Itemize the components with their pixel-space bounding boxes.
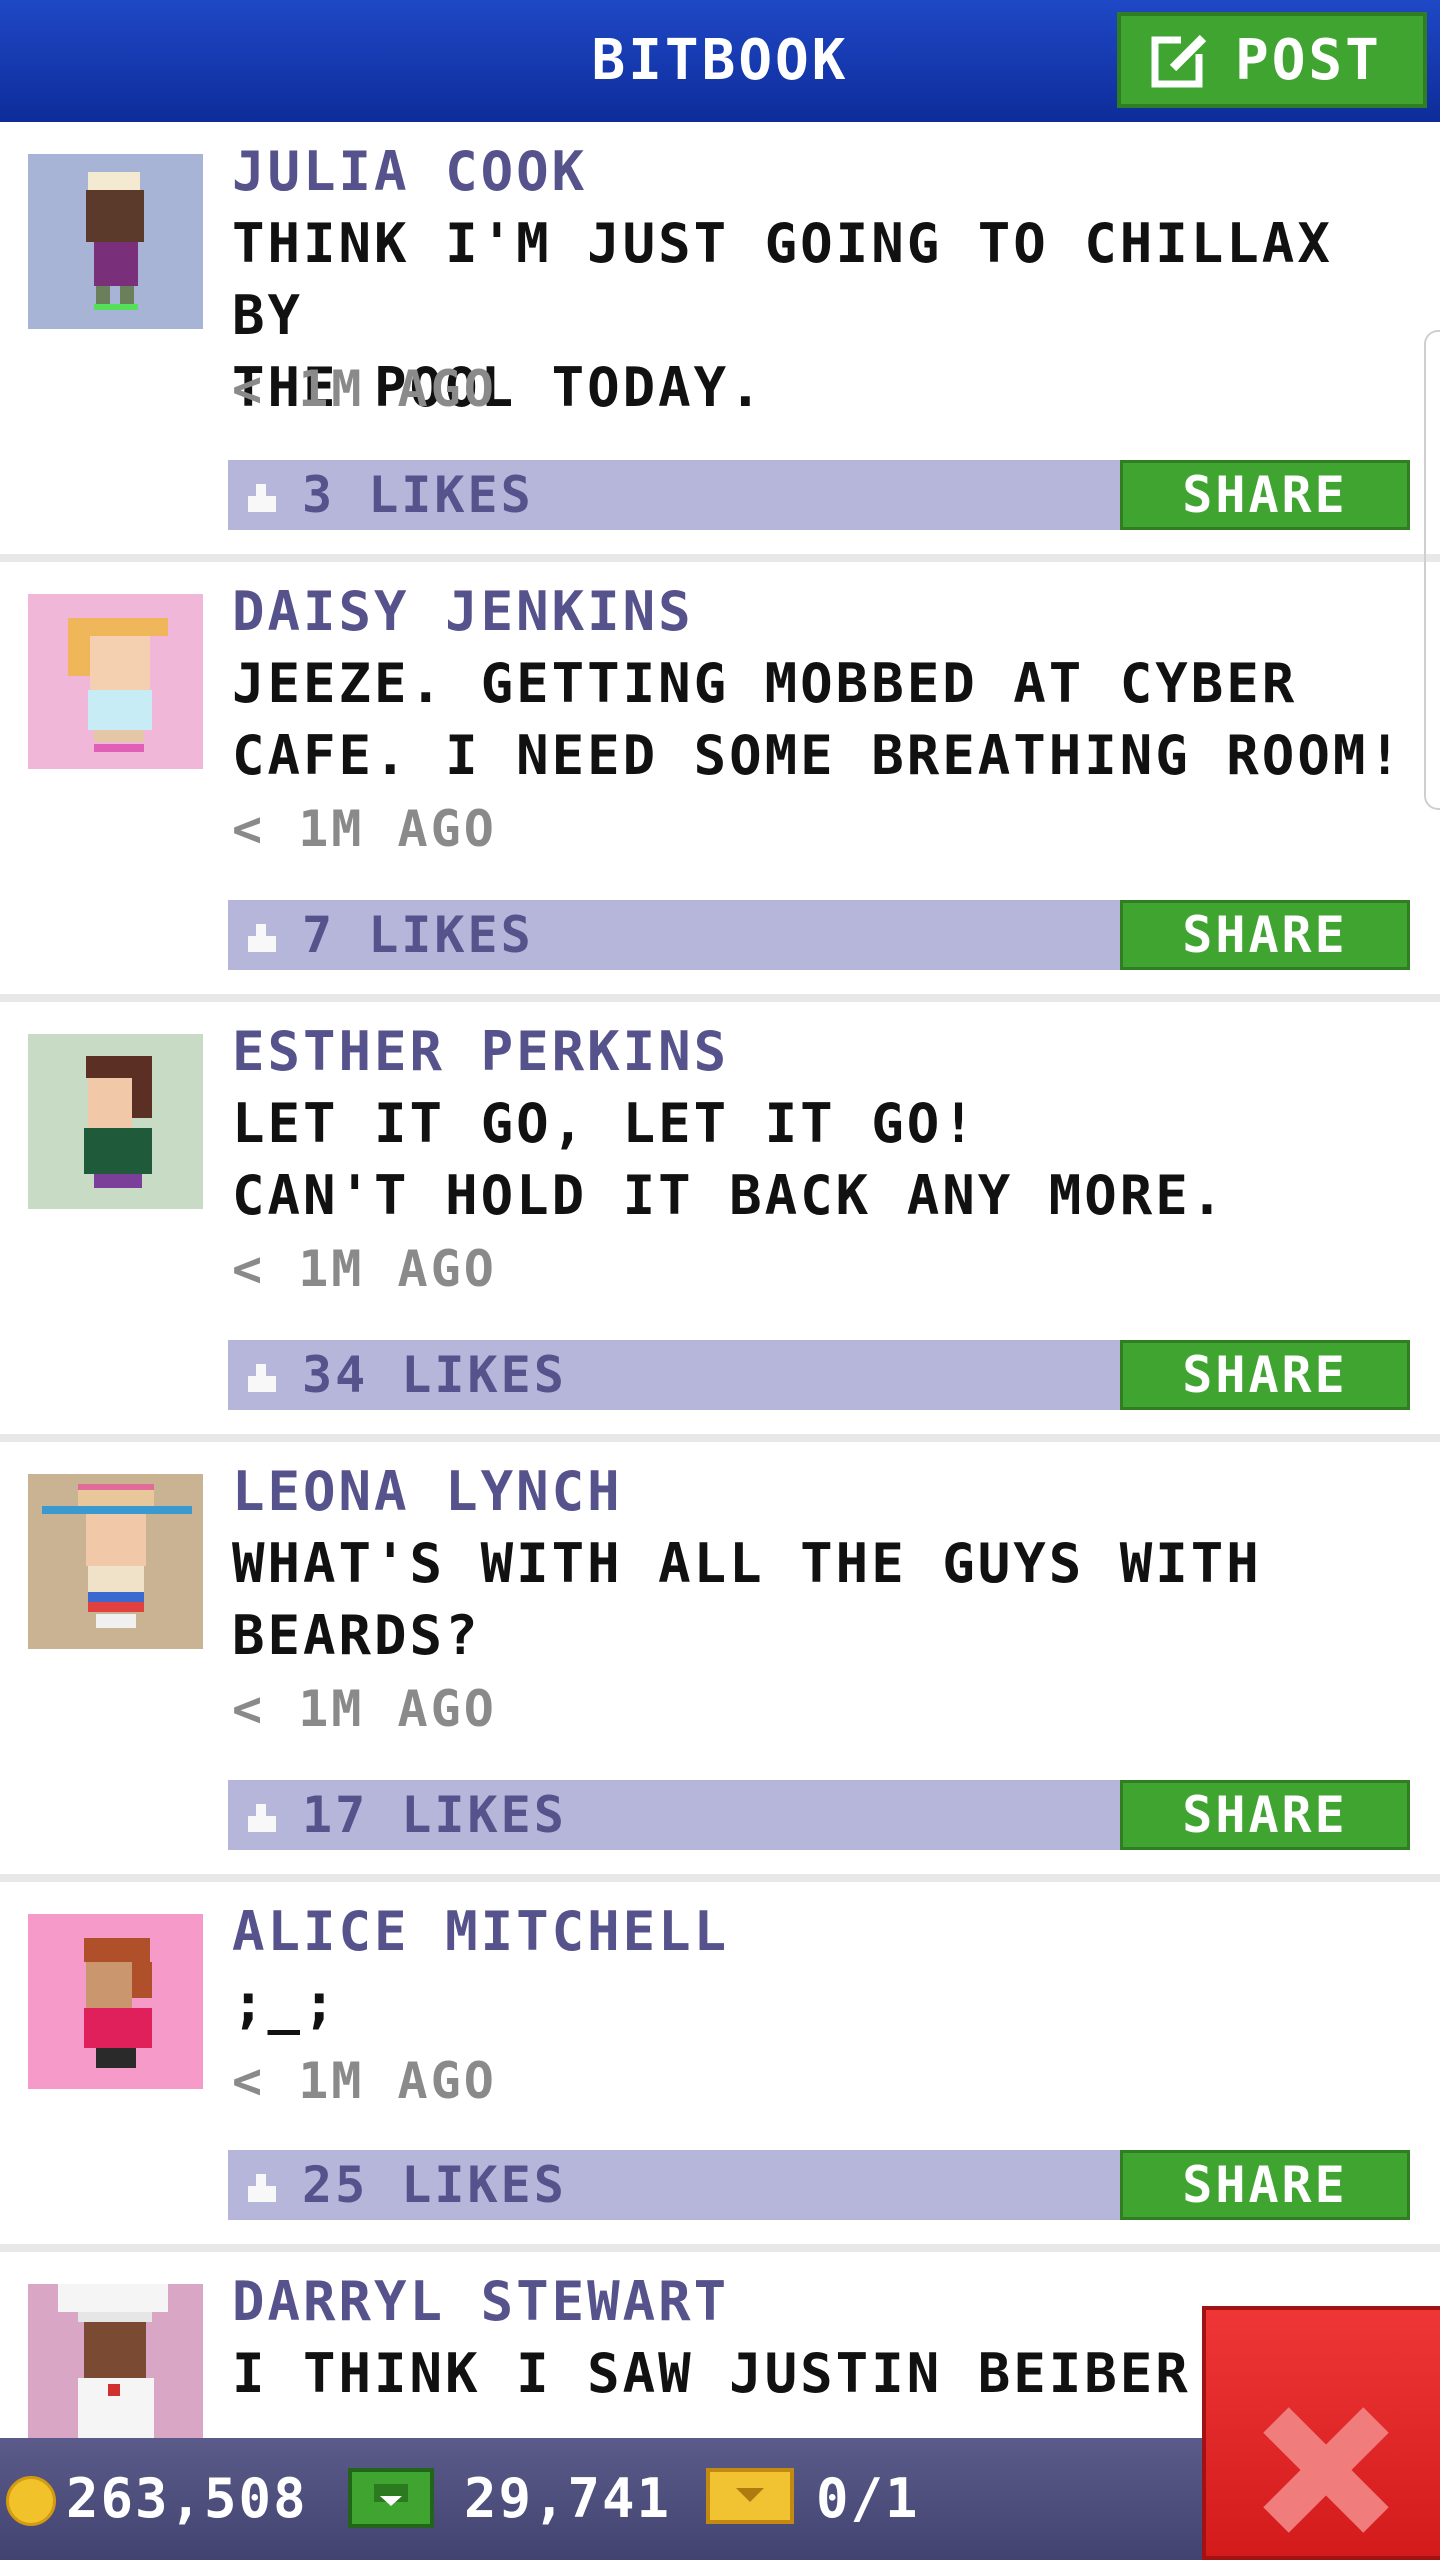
likes-bar: 7 LIKES SHARE (228, 900, 1410, 970)
avatar-figure (58, 2256, 168, 2438)
post-author[interactable]: LEONA LYNCH (232, 1460, 623, 1523)
share-button[interactable]: SHARE (1120, 460, 1410, 530)
close-icon (1263, 2407, 1389, 2533)
likes-count: 3 LIKES (302, 466, 534, 524)
post-message: JEEZE. GETTING MOBBED AT CYBER CAFE. I N… (232, 652, 1404, 787)
likes-count: 34 LIKES (302, 1346, 567, 1404)
post-card: ALICE MITCHELL ;_; < 1M AGO 25 LIKES SHA… (0, 1882, 1440, 2252)
app-header: BITBOOK POST (0, 0, 1440, 122)
post-time: < 1M AGO (232, 360, 497, 418)
post-message: LET IT GO, LET IT GO! CAN'T HOLD IT BACK… (232, 1092, 1227, 1227)
avatar (28, 1914, 203, 2089)
avatar-figure (84, 1938, 152, 2068)
post-author[interactable]: ESTHER PERKINS (232, 1020, 729, 1083)
likes-bar: 34 LIKES SHARE (228, 1340, 1410, 1410)
coin-icon (6, 2476, 56, 2526)
likes-count: 17 LIKES (302, 1786, 567, 1844)
avatar-figure (86, 172, 144, 310)
avatar (28, 1034, 203, 1209)
thumbs-up-icon (248, 1804, 276, 1832)
coins-count: 263,508 (66, 2467, 308, 2530)
thumbs-up-icon (248, 1364, 276, 1392)
avatar-figure (84, 1056, 152, 1188)
post-time: < 1M AGO (232, 1680, 497, 1738)
post-author[interactable]: DARRYL STEWART (232, 2270, 729, 2333)
post-time: < 1M AGO (232, 2052, 497, 2110)
share-button[interactable]: SHARE (1120, 1340, 1410, 1410)
app-title: BITBOOK (591, 28, 849, 93)
likes-bar: 25 LIKES SHARE (228, 2150, 1410, 2220)
avatar-figure (42, 1484, 192, 1628)
scroll-indicator[interactable] (1424, 330, 1440, 810)
post-card: JULIA COOK THINK I'M JUST GOING TO CHILL… (0, 122, 1440, 562)
post-message: WHAT'S WITH ALL THE GUYS WITH BEARDS? (232, 1532, 1262, 1667)
avatar (28, 594, 203, 769)
post-time: < 1M AGO (232, 800, 497, 858)
share-button[interactable]: SHARE (1120, 1780, 1410, 1850)
avatar-figure (68, 618, 168, 752)
post-author[interactable]: DAISY JENKINS (232, 580, 694, 643)
cash-icon (348, 2468, 434, 2528)
ticket-icon (706, 2468, 794, 2524)
post-button-label: POST (1235, 27, 1382, 93)
share-button[interactable]: SHARE (1120, 900, 1410, 970)
edit-icon (1151, 32, 1209, 88)
tickets-count: 0/1 (816, 2467, 920, 2530)
likes-bar: 17 LIKES SHARE (228, 1780, 1410, 1850)
likes-bar: 3 LIKES SHARE (228, 460, 1410, 530)
likes-count: 25 LIKES (302, 2156, 567, 2214)
post-message: ;_; (232, 1972, 339, 2035)
post-author[interactable]: ALICE MITCHELL (232, 1900, 729, 1963)
avatar (28, 1474, 203, 1649)
cash-count: 29,741 (464, 2467, 672, 2530)
close-button[interactable] (1202, 2306, 1440, 2560)
avatar (28, 154, 203, 329)
likes-count: 7 LIKES (302, 906, 534, 964)
avatar (28, 2256, 203, 2442)
post-button[interactable]: POST (1117, 12, 1427, 108)
post-card: ESTHER PERKINS LET IT GO, LET IT GO! CAN… (0, 1002, 1440, 1442)
thumbs-up-icon (248, 484, 276, 512)
post-author[interactable]: JULIA COOK (232, 140, 587, 203)
thumbs-up-icon (248, 2174, 276, 2202)
share-button[interactable]: SHARE (1120, 2150, 1410, 2220)
thumbs-up-icon (248, 924, 276, 952)
post-card: LEONA LYNCH WHAT'S WITH ALL THE GUYS WIT… (0, 1442, 1440, 1882)
post-card: DAISY JENKINS JEEZE. GETTING MOBBED AT C… (0, 562, 1440, 1002)
post-time: < 1M AGO (232, 1240, 497, 1298)
